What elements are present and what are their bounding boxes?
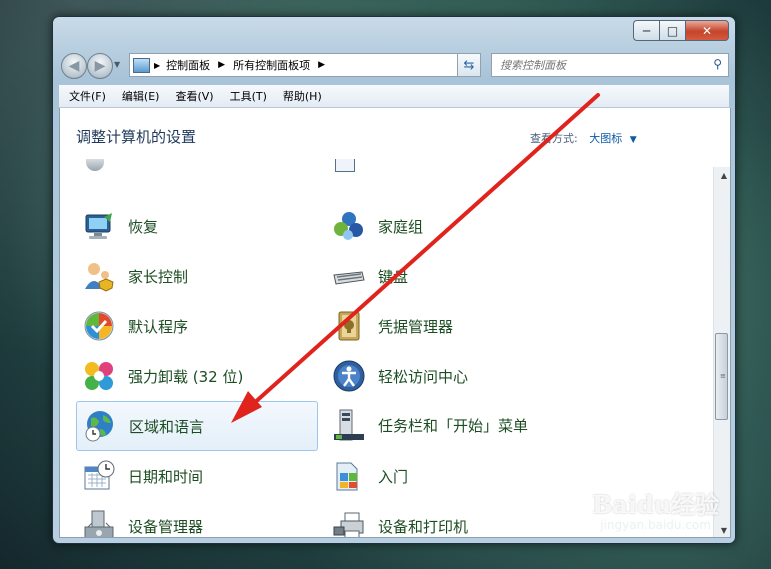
annotation-arrow [231, 93, 600, 423]
annotation-arrow-line [250, 93, 600, 407]
annotation-arrow-head [231, 391, 262, 423]
baidu-watermark: Baidu经验 jingyan.baidu.com [592, 485, 719, 532]
watermark-brand: Baidu经验 [592, 490, 720, 519]
watermark-url: jingyan.baidu.com [600, 518, 711, 532]
